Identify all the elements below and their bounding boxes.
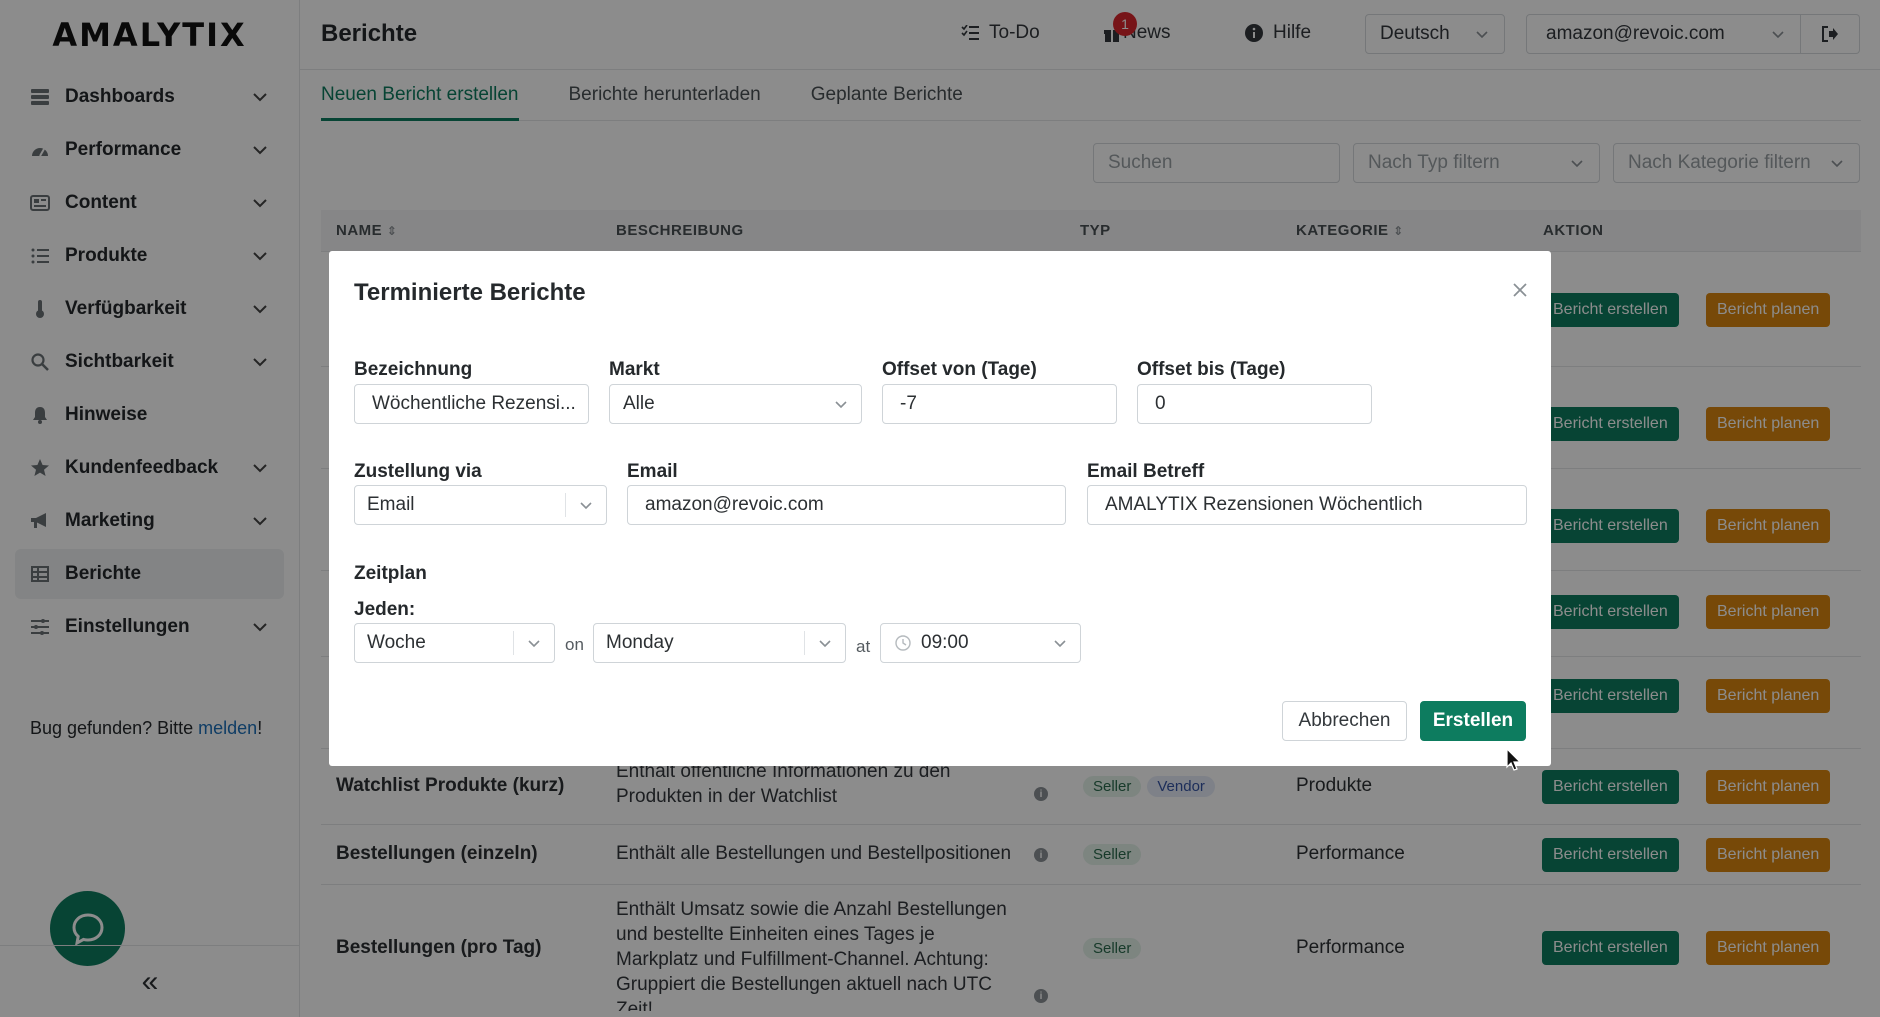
markt-select[interactable]: Alle — [609, 384, 862, 424]
email-betreff-label: Email Betreff — [1087, 461, 1205, 482]
zeitplan-label: Zeitplan — [354, 563, 427, 584]
chevron-down-icon — [580, 502, 592, 510]
clock-icon — [895, 635, 911, 651]
chevron-down-icon — [1054, 640, 1066, 648]
interval-value: Woche — [367, 632, 426, 653]
zustellung-select[interactable]: Email — [354, 485, 607, 525]
email-input[interactable]: amazon@revoic.com — [627, 485, 1066, 525]
markt-value: Alle — [623, 393, 655, 414]
email-betreff-input[interactable]: AMALYTIX Rezensionen Wöchentlich — [1087, 485, 1527, 525]
chevron-down-icon — [819, 640, 831, 648]
offset-bis-label: Offset bis (Tage) — [1137, 359, 1286, 380]
bezeichnung-input[interactable]: Wöchentliche Rezensi... — [354, 384, 589, 424]
time-value: 09:00 — [921, 632, 969, 653]
markt-label: Markt — [609, 359, 660, 380]
day-value: Monday — [606, 632, 674, 653]
jeden-label: Jeden: — [354, 599, 416, 620]
interval-select[interactable]: Woche — [354, 623, 555, 663]
close-icon[interactable] — [1511, 281, 1529, 299]
offset-bis-input[interactable]: 0 — [1137, 384, 1372, 424]
mouse-cursor-icon — [1506, 748, 1522, 771]
create-button[interactable]: Erstellen — [1420, 701, 1526, 741]
scheduled-report-modal: Terminierte Berichte Bezeichnung Wöchent… — [329, 251, 1551, 766]
on-label: on — [565, 635, 584, 654]
zustellung-value: Email — [367, 494, 415, 515]
email-label: Email — [627, 461, 678, 482]
modal-title: Terminierte Berichte — [354, 279, 586, 306]
zustellung-label: Zustellung via — [354, 461, 482, 482]
chevron-down-icon — [835, 401, 847, 409]
offset-von-label: Offset von (Tage) — [882, 359, 1037, 380]
cancel-button[interactable]: Abbrechen — [1282, 701, 1407, 741]
chevron-down-icon — [528, 640, 540, 648]
offset-von-input[interactable]: -7 — [882, 384, 1117, 424]
time-select[interactable]: 09:00 — [880, 623, 1081, 663]
day-select[interactable]: Monday — [593, 623, 846, 663]
at-label: at — [856, 637, 871, 656]
bezeichnung-label: Bezeichnung — [354, 359, 473, 380]
